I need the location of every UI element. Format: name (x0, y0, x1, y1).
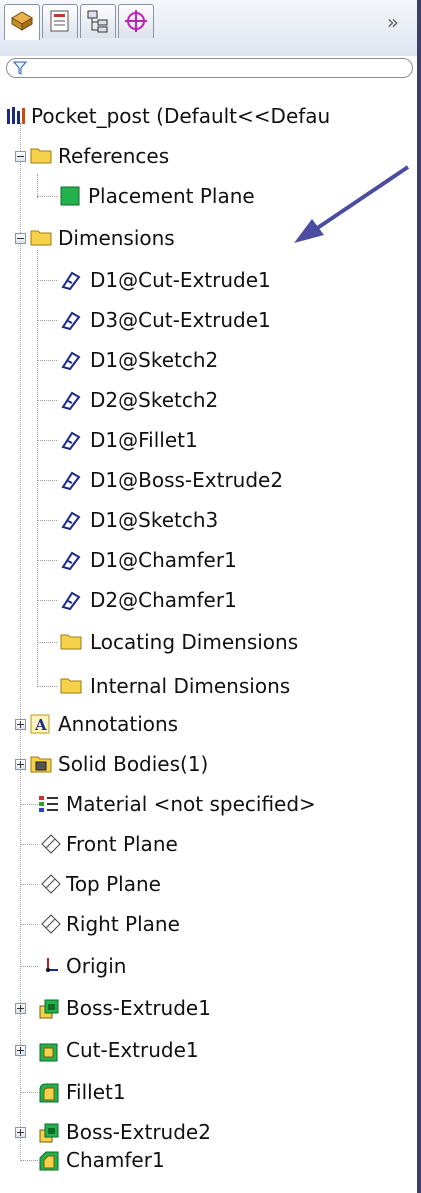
tab-property-manager[interactable] (42, 4, 78, 38)
dimension-icon (61, 391, 81, 410)
dimension-label: D1@Sketch3 (90, 508, 219, 532)
placement-plane-label: Placement Plane (88, 184, 255, 208)
dimension-label: D2@Chamfer1 (90, 588, 237, 612)
dimension-label: D1@Fillet1 (90, 428, 198, 452)
origin-icon (46, 958, 58, 972)
tree-item-locating-dimensions[interactable]: Locating Dimensions (0, 624, 417, 660)
folder-icon (60, 634, 82, 650)
part-icon (7, 107, 25, 124)
tree-item-dimension[interactable]: D1@Cut-Extrude1 (0, 262, 417, 298)
tree-item-dimension[interactable]: D1@Sketch3 (0, 502, 417, 538)
solid-bodies-folder-icon (30, 756, 52, 773)
dimension-label: D1@Sketch2 (90, 348, 219, 372)
collapse-icon[interactable] (15, 233, 26, 244)
tree-item-dimension[interactable]: D1@Fillet1 (0, 422, 417, 458)
tree-item-right-plane[interactable]: Right Plane (0, 906, 417, 942)
dimension-icon (61, 431, 81, 450)
panel-frame-edge (417, 0, 421, 1193)
tree-item-dimension[interactable]: D1@Sketch2 (0, 342, 417, 378)
plane-icon (41, 914, 61, 934)
locating-dimensions-label: Locating Dimensions (90, 630, 299, 654)
references-label: References (58, 144, 170, 168)
tree-item-internal-dimensions[interactable]: Internal Dimensions (0, 668, 417, 704)
tab-dimxpert-manager[interactable] (118, 4, 154, 38)
internal-dimensions-label: Internal Dimensions (90, 674, 291, 698)
folder-icon (30, 230, 52, 246)
dimension-icon (61, 311, 81, 330)
tree-item-top-plane[interactable]: Top Plane (0, 866, 417, 902)
tree-item-origin[interactable]: Origin (0, 948, 417, 984)
svg-text:A: A (34, 716, 47, 734)
tree-item-chamfer1[interactable]: Chamfer1 (0, 1142, 417, 1178)
cut-extrude-icon (39, 1043, 58, 1062)
dimension-label: D1@Boss-Extrude2 (90, 468, 284, 492)
tree-item-fillet1[interactable]: Fillet1 (0, 1074, 417, 1110)
tab-configuration-manager[interactable] (80, 4, 116, 38)
expand-icon[interactable] (15, 759, 26, 770)
dimension-icon (61, 271, 81, 290)
dimension-icon (61, 351, 81, 370)
folder-icon (30, 148, 52, 164)
tree-item-dimension[interactable]: D1@Chamfer1 (0, 542, 417, 578)
green-square-icon (60, 186, 80, 206)
filter-input[interactable] (6, 58, 413, 78)
tree-item-boss-extrude1[interactable]: Boss-Extrude1 (0, 990, 417, 1026)
overflow-chevron-icon[interactable]: » (387, 10, 399, 34)
chamfer1-label: Chamfer1 (66, 1148, 165, 1172)
expand-icon[interactable] (15, 1045, 26, 1056)
front-plane-label: Front Plane (66, 832, 178, 856)
panel-toolbar: » (0, 0, 417, 56)
expand-icon[interactable] (15, 719, 26, 730)
annotation-icon: A (30, 714, 50, 734)
dimension-label: D2@Sketch2 (90, 388, 219, 412)
tab-feature-manager[interactable] (4, 4, 40, 40)
callout-arrow-icon (294, 165, 410, 243)
tree-item-dimension[interactable]: D1@Boss-Extrude2 (0, 462, 417, 498)
material-icon (39, 796, 58, 812)
right-plane-label: Right Plane (66, 912, 180, 936)
tree-item-annotations[interactable]: A Annotations (0, 706, 417, 742)
folder-icon (60, 678, 82, 694)
fillet1-label: Fillet1 (66, 1080, 126, 1104)
dimension-icon (61, 511, 81, 530)
configuration-manager-icon (87, 10, 108, 33)
origin-label: Origin (66, 954, 127, 978)
dimension-icon (61, 591, 81, 610)
annotations-label: Annotations (58, 712, 179, 736)
tree-item-dimension[interactable]: D3@Cut-Extrude1 (0, 302, 417, 338)
filter-funnel-icon (13, 61, 27, 75)
boss-extrude-icon (39, 999, 59, 1019)
dimension-label: D1@Cut-Extrude1 (90, 268, 271, 292)
expand-icon[interactable] (15, 1003, 26, 1014)
fillet-icon (39, 1083, 59, 1103)
solid-bodies-label: Solid Bodies(1) (58, 752, 209, 776)
expand-icon[interactable] (15, 1127, 26, 1138)
dimension-label: D3@Cut-Extrude1 (90, 308, 271, 332)
tree-item-solid-bodies[interactable]: Solid Bodies(1) (0, 746, 417, 782)
chamfer-icon (39, 1151, 59, 1171)
tree-root[interactable]: Pocket_post (Default<<Defau (0, 98, 417, 134)
tree-item-front-plane[interactable]: Front Plane (0, 826, 417, 862)
boss-extrude1-label: Boss-Extrude1 (66, 996, 211, 1020)
dimension-label: D1@Chamfer1 (90, 548, 237, 572)
feature-manager-panel: » Pocket_post (Default<<Defau References… (0, 0, 421, 1193)
dimensions-label: Dimensions (58, 226, 175, 250)
tree-item-cut-extrude1[interactable]: Cut-Extrude1 (0, 1032, 417, 1068)
tree-item-dimension[interactable]: D2@Sketch2 (0, 382, 417, 418)
tree-item-material[interactable]: Material <not specified> (0, 786, 417, 822)
cut-extrude1-label: Cut-Extrude1 (66, 1038, 199, 1062)
root-label: Pocket_post (Default<<Defau (31, 104, 331, 128)
dimension-icon (61, 471, 81, 490)
collapse-icon[interactable] (15, 151, 26, 162)
property-manager-icon (50, 10, 69, 32)
boss-extrude-icon (39, 1123, 59, 1143)
feature-manager-icon (11, 11, 33, 31)
plane-icon (41, 874, 61, 894)
material-label: Material <not specified> (66, 792, 316, 816)
plane-icon (41, 834, 61, 854)
dimxpert-target-icon (125, 10, 147, 32)
dimension-icon (61, 551, 81, 570)
tree-item-dimension[interactable]: D2@Chamfer1 (0, 582, 417, 618)
top-plane-label: Top Plane (66, 872, 161, 896)
